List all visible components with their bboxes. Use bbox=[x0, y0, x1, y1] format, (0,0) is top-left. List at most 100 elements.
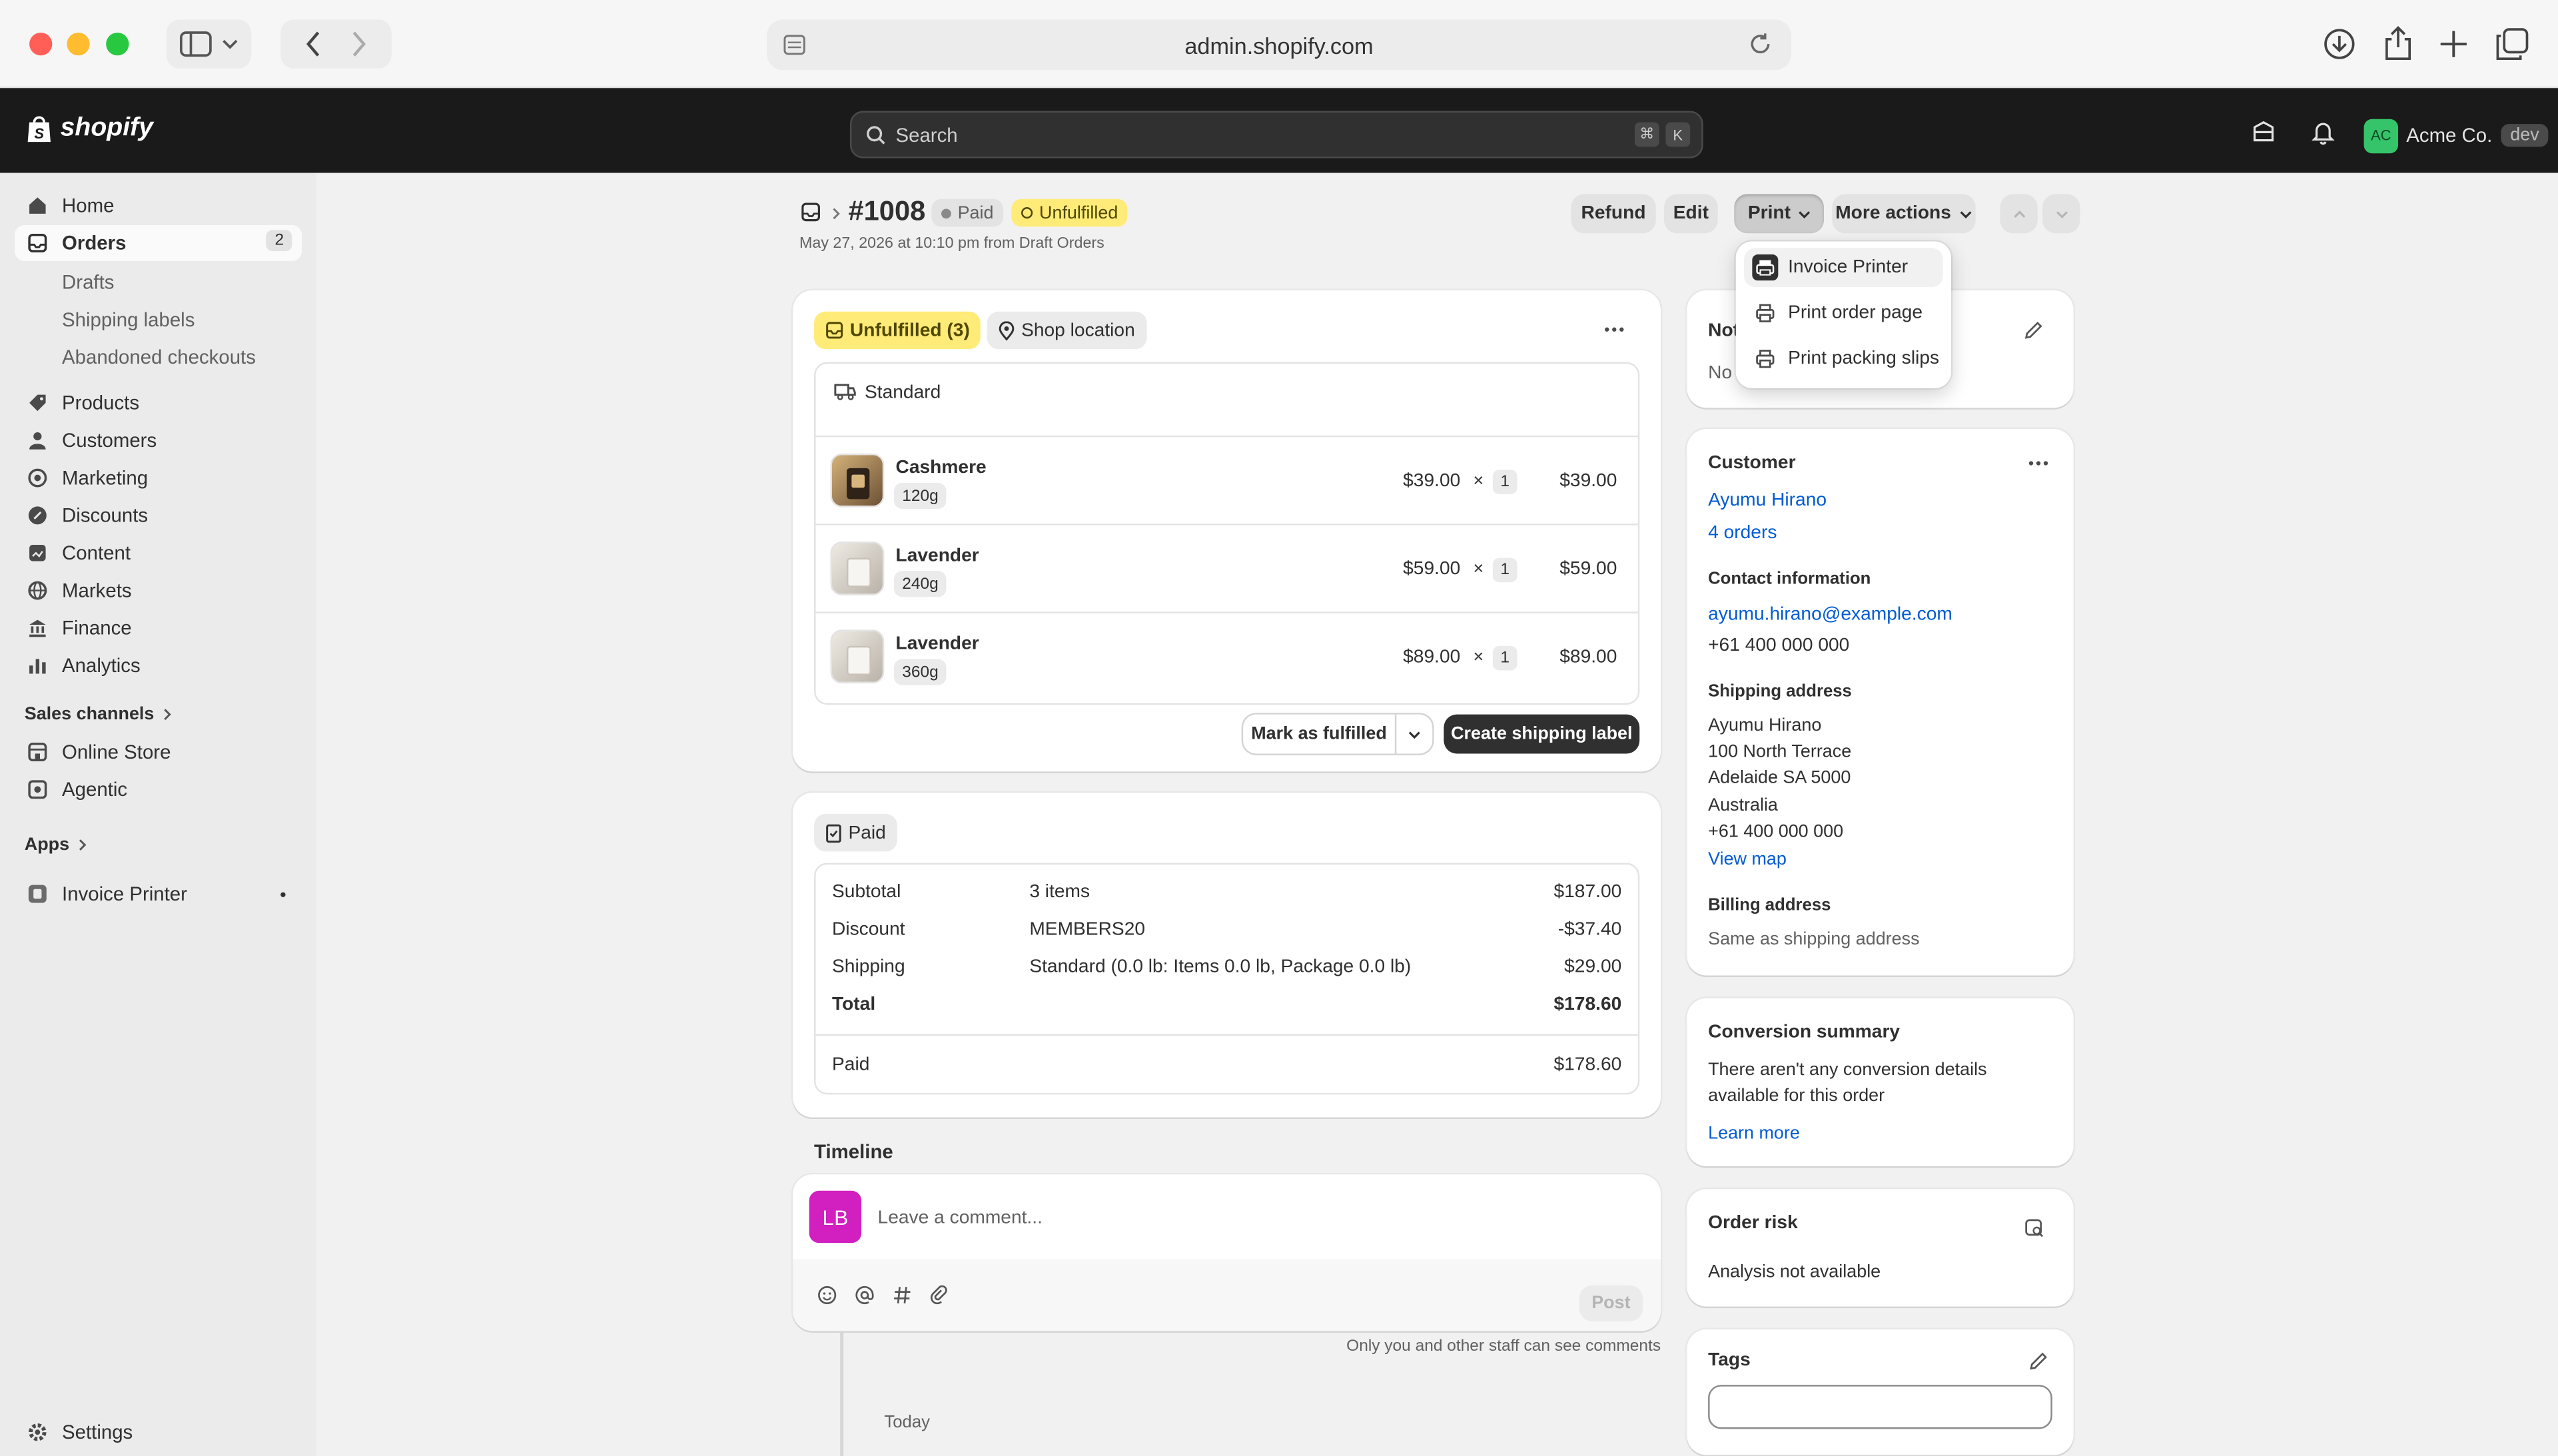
orders-count-badge: 2 bbox=[266, 230, 292, 252]
sidebar-item-analytics[interactable]: Analytics bbox=[15, 647, 302, 683]
page-icon bbox=[783, 34, 806, 55]
bell-icon[interactable] bbox=[2312, 121, 2335, 145]
chevron-down-icon bbox=[1959, 210, 1972, 218]
comment-input[interactable]: Leave a comment... bbox=[878, 1209, 1043, 1228]
conversion-title: Conversion summary bbox=[1708, 1022, 1901, 1042]
share-icon[interactable] bbox=[2383, 26, 2413, 61]
browser-toolbar: admin.shopify.com bbox=[0, 0, 2558, 89]
address-line: 100 North Terrace bbox=[1708, 742, 1852, 762]
conversion-summary-card: Conversion summary There aren't any conv… bbox=[1687, 998, 2074, 1167]
cmd-key: ⌘ bbox=[1634, 122, 1659, 147]
previous-order-button[interactable] bbox=[2000, 194, 2038, 234]
back-arrow-icon[interactable] bbox=[305, 31, 321, 57]
sidebar-item-discounts[interactable]: Discounts bbox=[15, 498, 302, 534]
attachment-icon[interactable] bbox=[930, 1285, 949, 1305]
sidebar-item-customers[interactable]: Customers bbox=[15, 422, 302, 458]
orders-back-icon[interactable] bbox=[801, 202, 820, 222]
sidebar-item-invoice-printer[interactable]: Invoice Printer bbox=[15, 876, 302, 912]
print-button[interactable]: Print bbox=[1734, 194, 1824, 234]
edit-pencil-icon[interactable] bbox=[2030, 1352, 2048, 1370]
status-dot bbox=[941, 208, 951, 218]
close-window-button[interactable] bbox=[29, 32, 53, 56]
more-actions-label: More actions bbox=[1835, 204, 1951, 224]
customer-email-link[interactable]: ayumu.hirano@example.com bbox=[1708, 605, 1952, 625]
customer-orders-link[interactable]: 4 orders bbox=[1708, 524, 1777, 543]
shopify-logo[interactable]: S shopify bbox=[26, 114, 153, 143]
k-key: K bbox=[1665, 122, 1691, 147]
learn-more-link[interactable]: Learn more bbox=[1708, 1124, 1800, 1143]
sidebar-item-online-store[interactable]: Online Store bbox=[15, 734, 302, 770]
sidebar-item-home[interactable]: Home bbox=[15, 188, 302, 224]
times-sign: × bbox=[1473, 559, 1484, 579]
discount-label: Discount bbox=[831, 920, 905, 940]
address-line: +61 400 000 000 bbox=[1708, 822, 1844, 842]
paid-badge: Paid bbox=[814, 814, 898, 852]
mention-icon[interactable] bbox=[855, 1285, 874, 1305]
unfulfilled-count-label: Unfulfilled (3) bbox=[849, 320, 970, 340]
tab-overview-icon[interactable] bbox=[2496, 28, 2529, 61]
store-menu-button[interactable]: AC Acme Co. dev bbox=[2363, 118, 2549, 153]
more-actions-button[interactable]: More actions bbox=[1832, 194, 1976, 234]
apps-heading[interactable]: Apps bbox=[25, 835, 86, 855]
edit-button[interactable]: Edit bbox=[1663, 194, 1718, 234]
menu-item-print-packing-slips[interactable]: Print packing slips bbox=[1744, 339, 1943, 378]
divider bbox=[814, 524, 1640, 526]
fulfillment-status-label: Unfulfilled bbox=[1039, 202, 1118, 223]
sidebar-item-marketing[interactable]: Marketing bbox=[15, 460, 302, 496]
paid-badge-label: Paid bbox=[848, 823, 886, 843]
view-map-link[interactable]: View map bbox=[1708, 850, 1787, 869]
more-options-icon[interactable] bbox=[1603, 326, 1625, 333]
menu-item-invoice-printer[interactable]: Invoice Printer bbox=[1743, 248, 1943, 288]
customer-name-link[interactable]: Ayumu Hirano bbox=[1708, 491, 1827, 510]
home-icon bbox=[26, 194, 49, 216]
sidebar-item-agentic[interactable]: Agentic bbox=[15, 771, 302, 807]
sidebar-toggle-button[interactable] bbox=[166, 19, 252, 69]
sidebar-item-settings[interactable]: Settings bbox=[15, 1414, 302, 1450]
store-avatar: AC bbox=[2363, 118, 2399, 153]
sidebar-item-label: Discounts bbox=[62, 504, 149, 528]
shipping-amount: $29.00 bbox=[1564, 957, 1622, 977]
edit-pencil-icon[interactable] bbox=[2024, 321, 2042, 339]
sidebar-item-label: Orders bbox=[62, 231, 127, 255]
minimize-window-button[interactable] bbox=[67, 32, 90, 56]
zoom-window-button[interactable] bbox=[106, 32, 129, 56]
forward-arrow-icon[interactable] bbox=[351, 31, 367, 57]
item-price: $89.00 bbox=[1403, 647, 1461, 667]
reload-icon[interactable] bbox=[1749, 33, 1771, 55]
storefront-icon bbox=[26, 741, 49, 763]
sidebar-item-markets[interactable]: Markets bbox=[15, 573, 302, 609]
sidebar-item-products[interactable]: Products bbox=[15, 385, 302, 421]
new-tab-icon[interactable] bbox=[2439, 29, 2468, 59]
url-text: admin.shopify.com bbox=[1184, 31, 1374, 58]
download-icon[interactable] bbox=[2323, 28, 2355, 61]
subtotal-amount: $187.00 bbox=[1553, 882, 1622, 903]
refund-button[interactable]: Refund bbox=[1571, 194, 1656, 234]
sidebar-item-shipping-labels[interactable]: Shipping labels bbox=[62, 308, 195, 331]
sidebar-item-content[interactable]: Content bbox=[15, 535, 302, 571]
print-label: Print bbox=[1747, 204, 1791, 224]
sidebar-item-drafts[interactable]: Drafts bbox=[62, 271, 114, 294]
mark-as-fulfilled-button[interactable]: Mark as fulfilled bbox=[1243, 714, 1395, 754]
risk-info-icon[interactable] bbox=[2024, 1218, 2044, 1238]
sidebar-item-label: Home bbox=[62, 194, 115, 217]
search-input[interactable]: Search ⌘ K bbox=[849, 111, 1703, 159]
hashtag-icon[interactable] bbox=[893, 1285, 912, 1305]
address-bar[interactable]: admin.shopify.com bbox=[767, 19, 1792, 71]
contact-info-title: Contact information bbox=[1708, 569, 1871, 589]
sidebar-item-finance[interactable]: Finance bbox=[15, 610, 302, 646]
fulfill-options-button[interactable] bbox=[1396, 714, 1433, 754]
variant-tag: 360g bbox=[894, 659, 947, 685]
next-order-button[interactable] bbox=[2042, 194, 2080, 234]
menu-item-print-order-page[interactable]: Print order page bbox=[1744, 294, 1943, 333]
create-shipping-label-button[interactable]: Create shipping label bbox=[1444, 714, 1640, 754]
order-risk-title: Order risk bbox=[1708, 1214, 1798, 1234]
emoji-icon[interactable] bbox=[817, 1285, 837, 1305]
more-options-icon[interactable] bbox=[2028, 460, 2049, 467]
sidebar-item-abandoned-checkouts[interactable]: Abandoned checkouts bbox=[62, 346, 256, 368]
tags-input[interactable] bbox=[1708, 1385, 2052, 1429]
post-comment-button[interactable]: Post bbox=[1579, 1285, 1643, 1321]
store-switch-icon[interactable] bbox=[2252, 121, 2276, 143]
chevron-right-icon bbox=[77, 839, 86, 852]
sales-channels-heading[interactable]: Sales channels bbox=[25, 705, 171, 724]
sidebar-item-orders[interactable]: Orders 2 bbox=[15, 224, 302, 261]
